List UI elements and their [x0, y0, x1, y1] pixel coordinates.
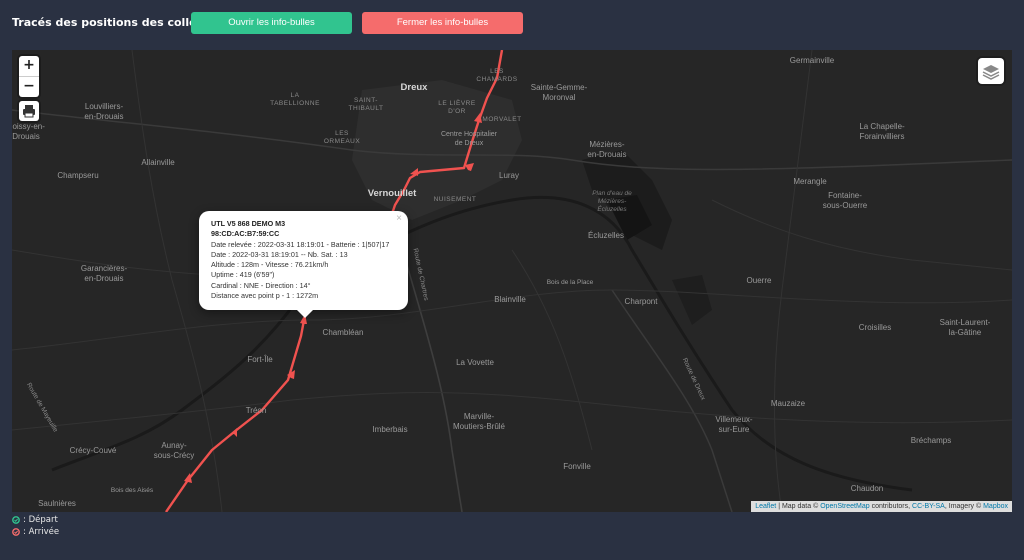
attribution-contrib: contributors, [869, 503, 913, 510]
place-mauzaize: Mauzaize [770, 399, 806, 408]
place-crecy: Crécy-Couvé [69, 446, 117, 455]
attribution-imagery: , Imagery © [944, 503, 984, 510]
place-boissy: Boissy-en- Drouais [12, 122, 45, 141]
place-fontaine: Fontaine- sous-Ouerre [822, 191, 868, 210]
popup-close-button[interactable]: × [396, 213, 402, 224]
place-nuisement: NUISEMENT [433, 196, 477, 203]
place-centre-hospitalier: Centre Hospitalier de Dreux [440, 131, 498, 147]
attribution-text: | Map data © [776, 503, 821, 510]
zoom-out-button[interactable]: − [19, 77, 39, 97]
license-link[interactable]: CC-BY-SA [912, 503, 945, 510]
open-tooltips-button[interactable]: Ouvrir les info-bulles [191, 12, 352, 34]
popup-line-distance: Distance avec point p - 1 : 1272m [211, 291, 319, 301]
print-button[interactable] [19, 101, 39, 121]
place-champseru: Champseru [57, 171, 99, 180]
place-ouerre: Ouerre [746, 276, 772, 285]
place-chaudon: Chaudon [850, 484, 884, 493]
zoom-in-button[interactable]: + [19, 56, 39, 77]
place-germainville: Germainville [789, 56, 835, 65]
mapbox-link[interactable]: Mapbox [983, 503, 1008, 510]
layers-icon [982, 65, 1000, 80]
place-sainte-gemme: Sainte-Gemme- Moronval [530, 83, 588, 102]
place-garancieres: Garancières- en-Drouais [80, 264, 128, 283]
place-brechamps: Bréchamps [910, 436, 952, 445]
legend-arrivee: : Arrivée [12, 527, 59, 537]
place-marville: Marville- Moutiers-Brûlé [452, 412, 506, 431]
place-mezieres: Mézières- en-Drouais [587, 140, 627, 159]
place-ecluzelles: Écluzelles [587, 231, 625, 240]
zoom-control: + − [19, 56, 39, 97]
osm-link[interactable]: OpenStreetMap [820, 503, 869, 510]
place-morvalet: MORVALET [482, 116, 522, 123]
place-la-vovette: La Vovette [456, 358, 494, 367]
top-bar: Tracés des positions des collecteurs Ouv… [0, 0, 1024, 50]
place-tabellionne: LA TABELLIONNE [270, 92, 320, 107]
place-fonville: Fonville [563, 462, 591, 471]
close-tooltips-button[interactable]: Fermer les info-bulles [362, 12, 523, 34]
place-bois-place: Bois de la Place [546, 279, 594, 286]
printer-icon [23, 105, 35, 118]
place-la-chapelle: La Chapelle- Forainvilliers [859, 122, 905, 141]
place-treon: Tréon [245, 406, 267, 415]
legend-arrivee-label: : Arrivée [23, 527, 60, 537]
place-plan-deau: Plan d'eau de Mézières- Écluzelles [592, 190, 632, 213]
place-dreux: Dreux [400, 82, 428, 93]
popup-line-cardinal: Cardinal : NNE - Direction : 14° [211, 280, 311, 290]
place-chambleau: Chambléan [322, 328, 364, 337]
arrivee-marker-icon [12, 528, 20, 536]
place-saulnieres: Saulnières [38, 499, 76, 508]
popup-mac: 98:CD:AC:B7:59:CC [211, 229, 280, 239]
place-charpont: Charpont [624, 297, 658, 306]
place-imberbais: Imberbais [372, 425, 408, 434]
place-fort-ile: Fort-Île [247, 355, 273, 364]
info-popup: × UTL V5 868 DEMO M3 98:CD:AC:B7:59:CC D… [199, 211, 408, 310]
legend-depart: : Départ [12, 515, 58, 525]
map-attribution: Leaflet | Map data © OpenStreetMap contr… [751, 501, 1012, 512]
place-croisilles: Croisilles [858, 323, 892, 332]
popup-line-altitude: Altitude : 128m - Vitesse : 76.21km/h [211, 260, 329, 270]
place-luray: Luray [498, 171, 520, 180]
popup-line-date-releve: Date relevée : 2022-03-31 18:19:01 - Bat… [211, 239, 390, 249]
place-les-chamards: LES CHAMARDS [476, 68, 518, 83]
place-saint-laurent: Saint-Laurent- la-Gâtine [939, 318, 991, 337]
place-bois-aises: Bois des Aisés [110, 487, 154, 494]
place-louvilliers: Louvilliers- en-Drouais [84, 102, 124, 121]
popup-line-date: Date : 2022-03-31 18:19:01 -- Nb. Sat. :… [211, 249, 348, 259]
popup-line-uptime: Uptime : 419 (6'59") [211, 270, 275, 280]
place-aunay: Aunay- sous-Crécy [153, 441, 195, 460]
place-blainville: Blainville [494, 295, 526, 304]
popup-tip [296, 309, 314, 318]
place-allainville: Allainville [141, 158, 175, 167]
place-le-lievre-dor: LE LIÈVRE D'OR [438, 100, 476, 115]
legend-depart-label: : Départ [23, 515, 58, 525]
place-villemeux: Villemeux- sur-Eure [715, 415, 753, 434]
popup-title: UTL V5 868 DEMO M3 [211, 219, 286, 228]
place-saint-thibault: SAINT- THIBAULT [348, 97, 384, 112]
place-vernouillet: Vernouillet [367, 188, 417, 199]
depart-marker-icon [12, 516, 20, 524]
place-merangle: Merangle [793, 177, 827, 186]
leaflet-link[interactable]: Leaflet [755, 503, 776, 510]
layers-button[interactable] [978, 58, 1004, 84]
map-view[interactable]: Dreux Vernouillet LES CHAMARDS LA TABELL… [12, 50, 1012, 512]
place-les-ormeaux: LES ORMEAUX [323, 130, 361, 145]
